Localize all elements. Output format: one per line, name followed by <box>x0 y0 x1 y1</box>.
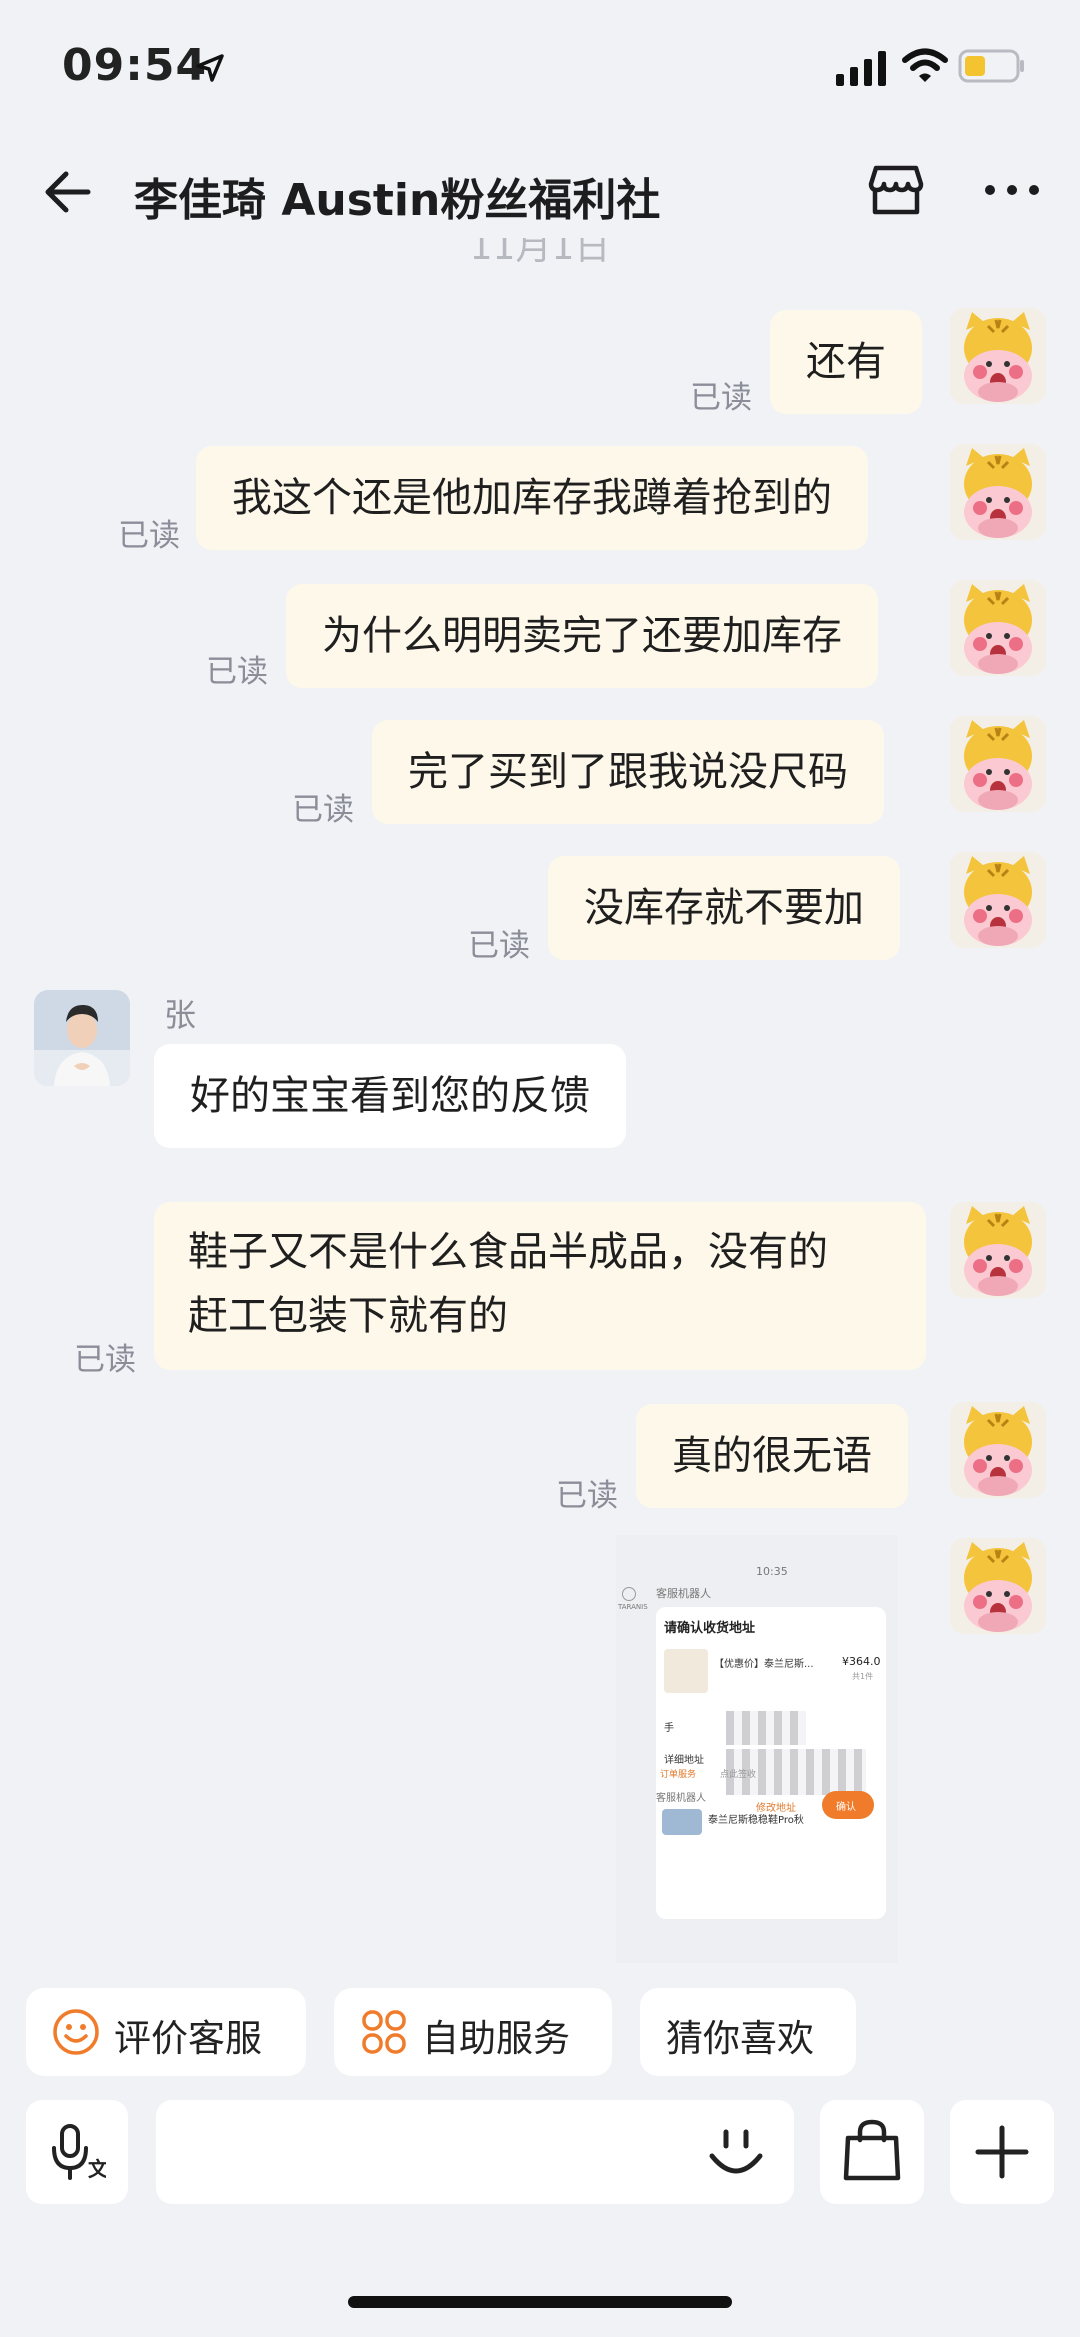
agent-avatar[interactable] <box>34 990 130 1086</box>
guess-you-like-label: 猜你喜欢 <box>666 2017 814 2060</box>
confirm-button[interactable]: 确认 <box>822 1791 874 1819</box>
image-time: 10:35 <box>756 1565 788 1578</box>
read-receipt: 已读 <box>74 1342 136 1378</box>
rate-service-button[interactable]: 评价客服 <box>26 1988 306 2076</box>
chat-timestamp: 11月1日 10:22 <box>469 238 611 264</box>
location-arrow-icon <box>196 54 224 82</box>
read-receipt: 已读 <box>690 380 752 416</box>
address-label: 详细地址 <box>664 1755 704 1766</box>
message-input[interactable] <box>156 2100 794 2204</box>
grid-icon <box>362 2010 406 2054</box>
message-bubble[interactable]: 鞋子又不是什么食品半成品，没有的 赶工包装下就有的 <box>154 1202 926 1370</box>
smile-icon <box>53 2009 99 2055</box>
message-line: 鞋子又不是什么食品半成品，没有的 <box>188 1229 828 1275</box>
product-2-thumbnail <box>662 1809 702 1835</box>
battery-icon <box>958 49 1024 83</box>
user-avatar[interactable] <box>950 716 1046 812</box>
screenshot-image[interactable]: 10:35 客服机器人 TARANIS 请确认收货地址 【优惠价】泰兰尼斯...… <box>616 1535 898 1963</box>
product-name: 【优惠价】泰兰尼斯... <box>714 1659 814 1670</box>
home-indicator[interactable] <box>348 2296 732 2308</box>
read-receipt: 已读 <box>206 654 268 690</box>
click-receive-link: 点此签收 <box>720 1770 757 1780</box>
read-receipt: 已读 <box>292 792 354 828</box>
user-avatar[interactable] <box>950 580 1046 676</box>
user-avatar[interactable] <box>950 444 1046 540</box>
bot-logo-icon <box>622 1587 636 1601</box>
rate-service-label: 评价客服 <box>114 2017 262 2060</box>
chat-header: 李佳琦 Austin粉丝福利社 <box>0 150 1080 232</box>
guess-you-like-button[interactable]: 猜你喜欢 <box>640 1988 856 2076</box>
voice-translate-button[interactable]: 文 <box>26 2100 128 2204</box>
shopping-bag-button[interactable] <box>820 2100 924 2204</box>
message-bubble[interactable]: 好的宝宝看到您的反馈 <box>154 1044 626 1148</box>
plus-icon <box>975 2125 1029 2179</box>
read-receipt: 已读 <box>556 1478 618 1514</box>
phone-label: 手 <box>664 1723 674 1734</box>
pixelated-phone <box>726 1711 806 1745</box>
read-receipt: 已读 <box>468 928 530 964</box>
message-bubble[interactable]: 还有 <box>770 310 922 414</box>
product-2-name: 泰兰尼斯稳稳鞋Pro秋 <box>708 1815 804 1826</box>
bot-label-2: 客服机器人 <box>656 1793 706 1804</box>
card-title: 请确认收货地址 <box>664 1621 756 1636</box>
status-bar: 09:54 <box>0 0 1080 130</box>
self-service-button[interactable]: 自助服务 <box>334 1988 612 2076</box>
message-line: 赶工包装下就有的 <box>188 1293 508 1339</box>
product-thumbnail <box>664 1649 708 1693</box>
back-arrow-icon[interactable] <box>40 164 96 220</box>
order-service-link: 订单服务 <box>660 1770 697 1780</box>
emoji-icon[interactable] <box>706 2124 766 2184</box>
chat-title: 李佳琦 Austin粉丝福利社 <box>134 175 661 226</box>
address-card: 请确认收货地址 【优惠价】泰兰尼斯... ¥364.0 共1件 手 详细地址 修… <box>656 1607 886 1919</box>
signal-icon <box>836 51 886 86</box>
shopping-bag-icon <box>843 2119 901 2181</box>
user-avatar[interactable] <box>950 1202 1046 1298</box>
wifi-icon <box>902 48 948 82</box>
user-avatar[interactable] <box>950 852 1046 948</box>
user-avatar[interactable] <box>950 1402 1046 1498</box>
svg-text:文: 文 <box>88 2157 106 2181</box>
microphone-icon: 文 <box>52 2124 106 2181</box>
status-time: 09:54 <box>62 40 208 91</box>
self-service-label: 自助服务 <box>422 2017 570 2060</box>
product-price: ¥364.0 <box>842 1655 881 1668</box>
store-icon[interactable] <box>866 160 926 220</box>
message-bubble[interactable]: 完了买到了跟我说没尺码 <box>372 720 884 824</box>
more-options-icon[interactable] <box>980 170 1044 210</box>
message-bubble[interactable]: 没库存就不要加 <box>548 856 900 960</box>
bot-brand: TARANIS <box>618 1603 648 1611</box>
read-receipt: 已读 <box>118 518 180 554</box>
user-avatar[interactable] <box>950 308 1046 404</box>
user-avatar[interactable] <box>950 1538 1046 1634</box>
message-bubble[interactable]: 为什么明明卖完了还要加库存 <box>286 584 878 688</box>
product-qty: 共1件 <box>852 1672 874 1681</box>
bot-label: 客服机器人 <box>656 1587 711 1600</box>
message-bubble[interactable]: 真的很无语 <box>636 1404 908 1508</box>
message-bubble[interactable]: 我这个还是他加库存我蹲着抢到的 <box>196 446 868 550</box>
more-actions-button[interactable] <box>950 2100 1054 2204</box>
